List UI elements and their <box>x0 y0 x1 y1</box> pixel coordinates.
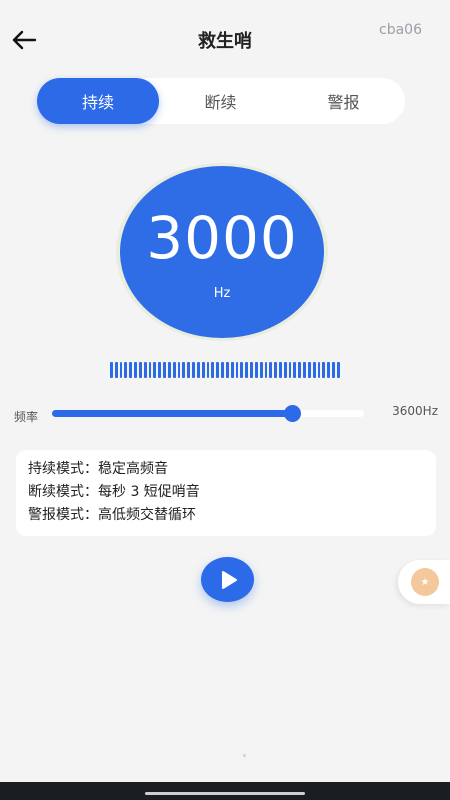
slider-thumb[interactable] <box>284 405 301 422</box>
slider-label: 频率 <box>14 410 39 424</box>
play-button[interactable] <box>201 557 254 602</box>
corner-code-label: cba06 <box>379 22 422 38</box>
info-line-intermittent: 断续模式：每秒 3 短促哨音 <box>28 484 200 500</box>
waveform-bar <box>177 362 181 378</box>
waveform-bar <box>269 362 273 378</box>
waveform-bars <box>110 362 340 378</box>
waveform-bar <box>298 362 302 378</box>
star-badge-icon: ★ <box>411 568 439 596</box>
waveform-bar <box>322 362 326 378</box>
info-line-alarm: 警报模式：高低频交替循环 <box>28 507 196 523</box>
waveform-bar <box>230 362 234 378</box>
frequency-slider-row: 频率 3600Hz <box>0 398 450 428</box>
waveform-bar <box>245 362 249 378</box>
waveform-bar <box>332 362 335 378</box>
waveform-bar <box>216 362 220 378</box>
waveform-bar <box>153 362 157 378</box>
frequency-slider[interactable] <box>52 405 364 422</box>
frequency-display: 3000 Hz <box>120 166 324 338</box>
waveform-bar <box>134 362 137 378</box>
waveform-bar <box>211 362 215 378</box>
waveform-bar <box>283 362 287 378</box>
tab-alarm[interactable]: 警报 <box>282 78 405 124</box>
mode-info-card: 持续模式：稳定高频音 断续模式：每秒 3 短促哨音 警报模式：高低频交替循环 <box>16 450 436 536</box>
waveform-bar <box>250 362 253 378</box>
waveform-bar <box>187 362 191 378</box>
waveform-bar <box>221 362 224 378</box>
waveform-bar <box>163 362 166 378</box>
waveform-bar <box>240 362 244 378</box>
tab-continuous[interactable]: 持续 <box>37 78 159 124</box>
waveform-bar <box>293 362 297 378</box>
waveform-bar <box>124 362 128 378</box>
page-indicator-dot <box>243 754 246 757</box>
waveform-bar <box>110 362 113 378</box>
waveform-bar <box>129 362 133 378</box>
frequency-value: 3000 <box>146 204 298 272</box>
header-bar: 救生哨 cba06 <box>0 0 450 78</box>
waveform-bar <box>225 362 229 378</box>
slider-max-label: 3600Hz <box>392 404 438 418</box>
waveform-bar <box>201 362 205 378</box>
waveform-bar <box>235 362 239 378</box>
waveform-bar <box>274 362 277 378</box>
waveform-bar <box>259 362 263 378</box>
frequency-unit: Hz <box>213 286 231 301</box>
waveform-bar <box>143 362 147 378</box>
waveform-bar <box>336 362 340 378</box>
floating-side-button[interactable]: ★ <box>398 560 450 604</box>
waveform-bar <box>327 362 331 378</box>
waveform-bar <box>182 362 186 378</box>
waveform-bar <box>264 362 268 378</box>
bottom-bar <box>0 782 450 800</box>
waveform-bar <box>148 362 152 378</box>
waveform-bar <box>206 362 210 378</box>
waveform-bar <box>196 362 200 378</box>
waveform-bar <box>278 362 282 378</box>
home-indicator[interactable] <box>145 792 305 795</box>
play-icon <box>221 570 237 589</box>
waveform-bar <box>192 362 195 378</box>
waveform-bar <box>288 362 292 378</box>
waveform-bar <box>119 362 123 378</box>
waveform-bar <box>167 362 171 378</box>
waveform-bar <box>172 362 176 378</box>
waveform-bar <box>254 362 258 378</box>
waveform-bar <box>303 362 306 378</box>
info-line-continuous: 持续模式：稳定高频音 <box>28 461 168 477</box>
waveform-bar <box>307 362 311 378</box>
waveform-bar <box>114 362 118 378</box>
waveform-bar <box>317 362 321 378</box>
tab-intermittent[interactable]: 断续 <box>159 78 282 124</box>
mode-tabs: 持续 断续 警报 <box>37 78 405 124</box>
waveform-bar <box>138 362 142 378</box>
waveform-bar <box>312 362 316 378</box>
slider-fill <box>52 410 292 417</box>
waveform-bar <box>158 362 162 378</box>
